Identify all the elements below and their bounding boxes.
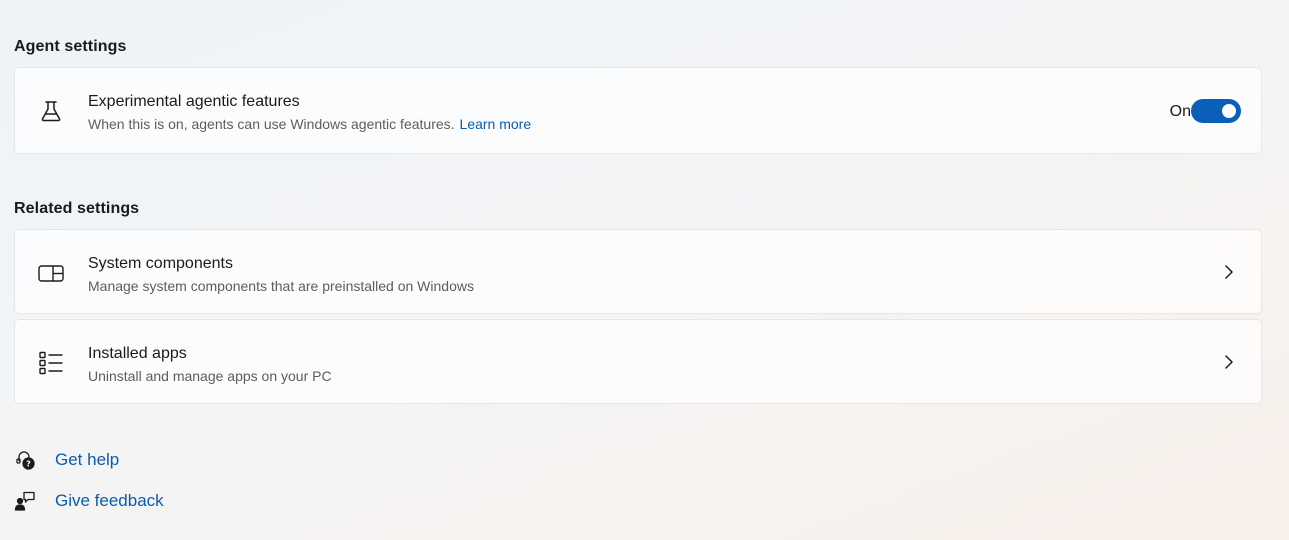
experimental-agentic-features-card: Experimental agentic features When this …: [14, 67, 1262, 154]
system-components-card[interactable]: System components Manage system componen…: [14, 229, 1262, 314]
installed-apps-title: Installed apps: [88, 345, 187, 362]
experimental-agentic-features-description: When this is on, agents can use Windows …: [88, 116, 531, 132]
flask-icon: [37, 97, 65, 125]
toggle-knob: [1222, 104, 1236, 118]
related-settings-heading: Related settings: [14, 200, 140, 217]
give-feedback-icon: [14, 490, 36, 512]
installed-apps-icon: [37, 349, 65, 377]
agent-settings-heading: Agent settings: [14, 38, 127, 55]
system-components-icon: [37, 259, 65, 287]
give-feedback-link[interactable]: Give feedback: [55, 491, 164, 511]
chevron-right-icon: [1223, 353, 1235, 371]
get-help-icon: ?: [14, 449, 36, 471]
experimental-description-text: When this is on, agents can use Windows …: [88, 116, 455, 132]
installed-apps-description: Uninstall and manage apps on your PC: [88, 368, 332, 384]
experimental-agentic-features-title: Experimental agentic features: [88, 93, 300, 110]
installed-apps-card[interactable]: Installed apps Uninstall and manage apps…: [14, 319, 1262, 404]
get-help-link[interactable]: Get help: [55, 450, 119, 470]
give-feedback-row[interactable]: Give feedback: [14, 489, 164, 513]
svg-text:?: ?: [26, 460, 31, 469]
learn-more-link[interactable]: Learn more: [460, 116, 532, 132]
system-components-description: Manage system components that are preins…: [88, 278, 474, 294]
get-help-row[interactable]: ? Get help: [14, 448, 119, 472]
experimental-features-toggle[interactable]: [1191, 99, 1241, 123]
chevron-right-icon: [1223, 263, 1235, 281]
system-components-title: System components: [88, 255, 233, 272]
toggle-state-label: On: [1169, 103, 1191, 120]
